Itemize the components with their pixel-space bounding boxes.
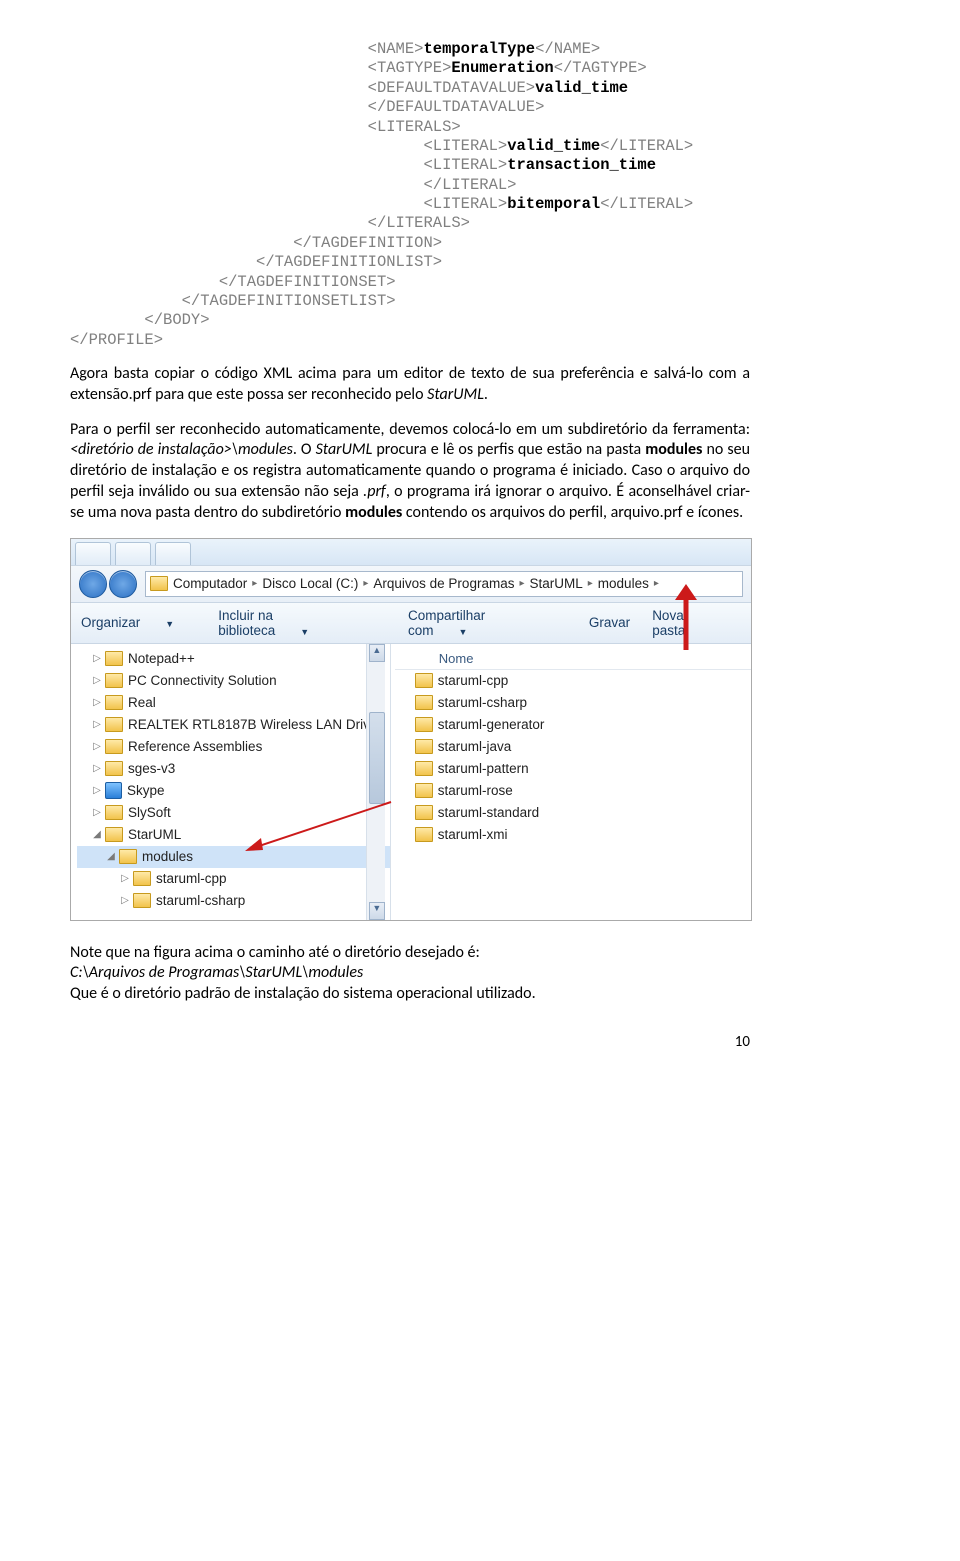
folder-icon [415, 717, 433, 732]
cmd-burn[interactable]: Gravar [589, 615, 630, 630]
forward-button[interactable] [109, 570, 137, 598]
command-bar: Organizar▼ Incluir na biblioteca▼ Compar… [71, 603, 751, 644]
paragraph-1: Agora basta copiar o código XML acima pa… [70, 364, 750, 406]
window-tab[interactable] [115, 542, 151, 565]
list-item[interactable]: staruml-cpp [395, 670, 751, 692]
cmd-share[interactable]: Compartilhar com▼ [408, 608, 567, 638]
expand-icon[interactable]: ▷ [91, 785, 103, 796]
back-button[interactable] [79, 570, 107, 598]
list-item[interactable]: staruml-csharp [395, 692, 751, 714]
breadcrumb-segment[interactable]: Computador [173, 576, 247, 591]
address-bar-row: Computador▸Disco Local (C:)▸Arquivos de … [71, 566, 751, 603]
folder-icon [415, 805, 433, 820]
expand-icon[interactable]: ▷ [119, 873, 131, 884]
breadcrumb-segment[interactable]: Disco Local (C:) [262, 576, 358, 591]
page-number: 10 [70, 1033, 750, 1051]
expand-icon[interactable]: ▷ [91, 675, 103, 686]
cmd-include-library[interactable]: Incluir na biblioteca▼ [218, 608, 386, 638]
tree-item[interactable]: ▷ Real [77, 692, 390, 714]
folder-icon [415, 695, 433, 710]
tree-item[interactable]: ▷ PC Connectivity Solution [77, 670, 390, 692]
explorer-window: Computador▸Disco Local (C:)▸Arquivos de … [70, 538, 752, 921]
content-pane[interactable]: Nome staruml-cpp staruml-csharp staruml-… [391, 644, 751, 920]
expand-icon[interactable]: ◢ [91, 829, 103, 840]
nav-scrollbar[interactable]: ▲ ▼ [366, 644, 385, 920]
xml-code-block: <NAME>temporalType</NAME> <TAGTYPE>Enume… [70, 40, 750, 350]
expand-icon[interactable]: ▷ [91, 741, 103, 752]
folder-icon [415, 827, 433, 842]
tree-item[interactable]: ▷ staruml-csharp [77, 890, 390, 912]
list-item[interactable]: staruml-rose [395, 780, 751, 802]
expand-icon[interactable]: ▷ [91, 653, 103, 664]
window-tabs [71, 539, 751, 566]
expand-icon[interactable]: ▷ [91, 763, 103, 774]
tree-item[interactable]: ▷ Notepad++ [77, 648, 390, 670]
expand-icon[interactable]: ▷ [91, 807, 103, 818]
expand-icon[interactable]: ▷ [91, 719, 103, 730]
expand-icon[interactable]: ◢ [105, 851, 117, 862]
breadcrumb-segment[interactable]: modules [598, 576, 649, 591]
cmd-organize[interactable]: Organizar▼ [81, 615, 196, 630]
expand-icon[interactable]: ▷ [91, 697, 103, 708]
scrollbar-thumb[interactable] [369, 712, 385, 804]
tree-item[interactable]: ▷ REALTEK RTL8187B Wireless LAN Driver [77, 714, 390, 736]
expand-icon[interactable]: ▷ [119, 895, 131, 906]
breadcrumb[interactable]: Computador▸Disco Local (C:)▸Arquivos de … [145, 571, 743, 597]
tree-item[interactable]: ▷ Reference Assemblies [77, 736, 390, 758]
window-tab[interactable] [155, 542, 191, 565]
paragraph-3: Note que na figura acima o caminho até o… [70, 943, 750, 1005]
tree-item[interactable]: ▷ staruml-cpp [77, 868, 390, 890]
column-name-header[interactable]: Nome [431, 648, 482, 669]
red-arrow-annotation [661, 582, 711, 654]
folder-icon [415, 673, 433, 688]
folder-icon [415, 739, 433, 754]
window-tab[interactable] [75, 542, 111, 565]
breadcrumb-segment[interactable]: StarUML [530, 576, 583, 591]
nav-tree[interactable]: ▷ Notepad++ ▷ PC Connectivity Solution ▷… [71, 644, 391, 920]
list-item[interactable]: staruml-generator [395, 714, 751, 736]
red-arrow-annotation-2 [241, 794, 401, 854]
list-item[interactable]: staruml-xmi [395, 824, 751, 846]
list-item[interactable]: staruml-standard [395, 802, 751, 824]
tree-item[interactable]: ▷ sges-v3 [77, 758, 390, 780]
breadcrumb-segment[interactable]: Arquivos de Programas [373, 576, 514, 591]
paragraph-2: Para o perfil ser reconhecido automatica… [70, 420, 750, 524]
folder-icon [415, 761, 433, 776]
folder-icon [415, 783, 433, 798]
list-item[interactable]: staruml-pattern [395, 758, 751, 780]
list-item[interactable]: staruml-java [395, 736, 751, 758]
